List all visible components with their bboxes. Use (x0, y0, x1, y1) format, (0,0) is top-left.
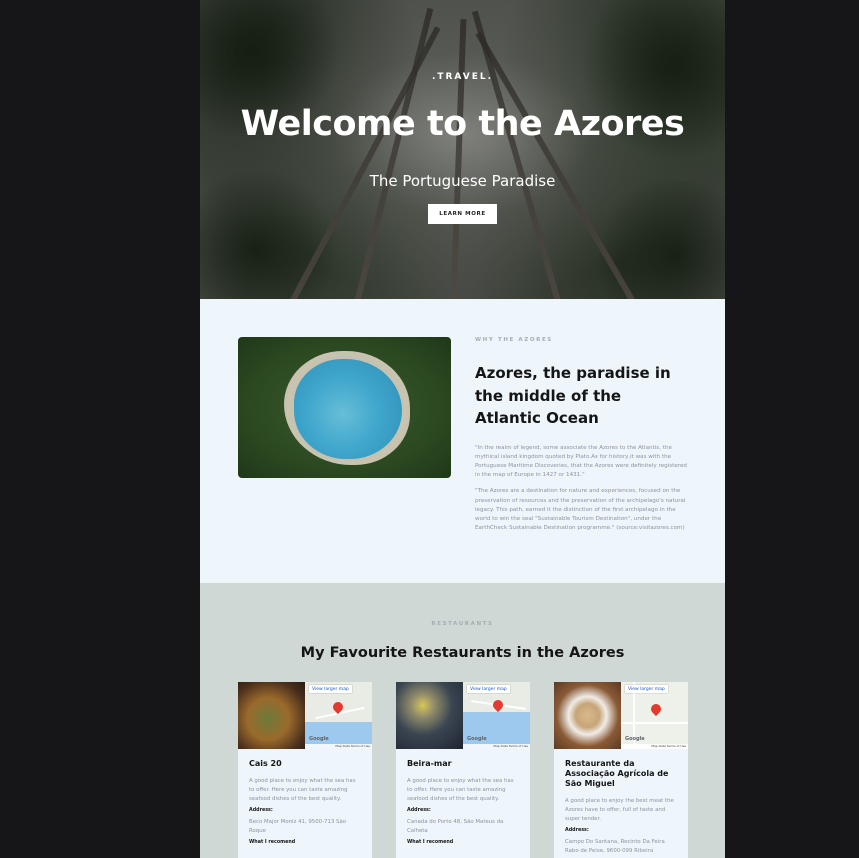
page: .TRAVEL. Welcome to the Azores The Portu… (200, 0, 725, 858)
hero-subtitle: The Portuguese Paradise (369, 172, 556, 190)
embedded-map[interactable]: View larger map Google Map Data Terms of… (463, 682, 530, 749)
map-pin-icon (648, 701, 664, 717)
food-photo (396, 682, 463, 749)
address-label: Address: (249, 808, 273, 813)
embedded-map[interactable]: View larger map Google Map Data Terms of… (305, 682, 372, 749)
food-photo (554, 682, 621, 749)
restaurant-name: Beira-mar (407, 759, 452, 768)
map-footer: Map Data Terms of Use (305, 744, 372, 749)
card-media: View larger map Google Map Data Terms of… (554, 682, 688, 749)
card-media: View larger map Google Map Data Terms of… (396, 682, 530, 749)
embedded-map[interactable]: View larger map Google Map Data Terms of… (621, 682, 688, 749)
restaurant-name: Cais 20 (249, 759, 282, 768)
card-body: Beira-mar A good place to enjoy what the… (396, 749, 530, 855)
map-footer: Map Data Terms of Use (621, 744, 688, 749)
map-google-logo: Google (625, 736, 645, 742)
lake-water (294, 359, 402, 459)
why-kicker: WHY THE AZORES (475, 337, 553, 343)
why-text-block: WHY THE AZORES Azores, the paradise in t… (475, 337, 690, 533)
map-pin-icon (490, 697, 506, 713)
map-google-logo: Google (467, 736, 487, 742)
address-label: Address: (407, 808, 431, 813)
restaurant-description: A good place to enjoy what the sea has t… (249, 778, 356, 802)
restaurant-description: A good place to enjoy the best meat the … (565, 798, 674, 822)
view-larger-map-link[interactable]: View larger map (625, 685, 668, 693)
restaurants-kicker: RESTAURANTS (431, 621, 494, 627)
restaurant-name: Restaurante da Associação Agrícola de Sã… (565, 759, 669, 788)
why-paragraph: "In the realm of legend, some associate … (475, 444, 687, 479)
restaurant-description: A good place to enjoy what the sea has t… (407, 778, 514, 802)
map-footer: Map Data Terms of Use (463, 744, 530, 749)
restaurant-card: View larger map Google Map Data Terms of… (238, 682, 372, 858)
why-section: WHY THE AZORES Azores, the paradise in t… (200, 299, 725, 583)
restaurant-card: View larger map Google Map Data Terms of… (554, 682, 688, 858)
hero-title: Welcome to the Azores (240, 104, 685, 144)
map-google-logo: Google (309, 736, 329, 742)
hero-tagline: .TRAVEL. (431, 72, 494, 82)
hero-content: .TRAVEL. Welcome to the Azores The Portu… (200, 0, 725, 299)
recommend-label: What I recomend (407, 840, 454, 845)
crater-lake-image (238, 337, 451, 478)
address-label: Address: (565, 828, 589, 833)
why-paragraph: "The Azores are a destination for nature… (475, 488, 686, 532)
restaurant-address: Beco Major Moniz 41, 9500-713 São Roque (249, 819, 347, 834)
view-larger-map-link[interactable]: View larger map (467, 685, 510, 693)
map-road (621, 722, 688, 724)
card-body: Restaurante da Associação Agrícola de Sã… (554, 749, 688, 858)
restaurants-title: My Favourite Restaurants in the Azores (300, 645, 625, 661)
card-body: Cais 20 A good place to enjoy what the s… (238, 749, 372, 855)
restaurant-card: View larger map Google Map Data Terms of… (396, 682, 530, 858)
why-title: Azores, the paradise in the middle of th… (475, 364, 671, 427)
learn-more-button[interactable]: LEARN MORE (428, 204, 497, 224)
hero-section: .TRAVEL. Welcome to the Azores The Portu… (200, 0, 725, 299)
food-photo (238, 682, 305, 749)
restaurant-address: Canada do Porto 48, São Mateus da Calhet… (407, 819, 504, 834)
restaurant-address: Campo Do Santana, Recinto Da Feira Rabo … (565, 839, 665, 854)
view-larger-map-link[interactable]: View larger map (309, 685, 352, 693)
recommend-label: What I recomend (249, 840, 296, 845)
card-media: View larger map Google Map Data Terms of… (238, 682, 372, 749)
restaurants-section: RESTAURANTS My Favourite Restaurants in … (200, 583, 725, 858)
